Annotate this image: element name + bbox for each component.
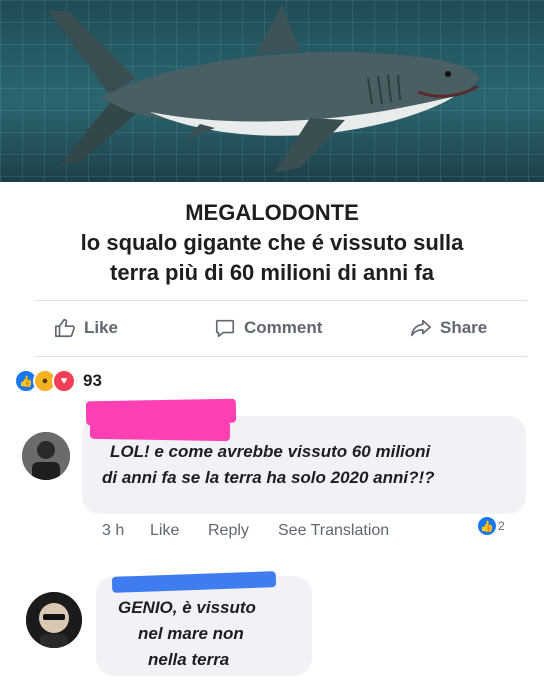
- post-headline: MEGALODONTE lo squalo gigante che é viss…: [0, 198, 544, 288]
- comment-1-line-1: LOL! e come avrebbe vissuto 60 milioni: [110, 442, 431, 461]
- headline-line-3: terra più di 60 milioni di anni fa: [110, 260, 434, 285]
- like-label: Like: [84, 318, 119, 337]
- comment-label: Comment: [244, 318, 323, 337]
- reactions-count: 93: [83, 371, 102, 390]
- share-label: Share: [440, 318, 488, 337]
- share-button[interactable]: Share: [410, 310, 487, 346]
- comment-1-reaction-badge[interactable]: 👍 2: [478, 517, 505, 535]
- reactions-summary[interactable]: 👍 ● ♥ 93: [14, 369, 102, 393]
- headline-title: MEGALODONTE: [185, 200, 359, 225]
- headline-line-2: lo squalo gigante che é vissuto sulla: [80, 230, 464, 255]
- commenter-2-avatar[interactable]: [26, 592, 82, 648]
- divider-top: [35, 300, 527, 301]
- name-redaction-1b: [89, 418, 231, 442]
- post-image[interactable]: [0, 0, 544, 182]
- divider-bottom: [35, 356, 527, 357]
- comment-1-reply-link[interactable]: Reply: [208, 522, 249, 540]
- person-avatar-icon: [22, 432, 70, 480]
- post-action-bar: Like Comment Share: [0, 310, 544, 346]
- commenter-1-avatar[interactable]: [22, 432, 70, 480]
- comment-2-line-3: nella terra: [148, 650, 230, 669]
- shark-illustration: [48, 5, 480, 172]
- comment-1-time: 3 h: [102, 522, 125, 539]
- comment-1-like-link[interactable]: Like: [150, 522, 179, 540]
- comment-1-translate-link[interactable]: See Translation: [278, 522, 389, 540]
- like-reaction-icon: 👍: [478, 517, 496, 535]
- person-avatar-icon: [26, 592, 82, 648]
- like-button[interactable]: Like: [54, 310, 118, 346]
- comment-icon: [215, 319, 235, 338]
- share-arrow-icon: [411, 319, 431, 337]
- love-reaction-icon: ♥: [52, 369, 76, 393]
- thumbs-up-icon: [55, 318, 75, 338]
- comment-1-line-2: di anni fa se la terra ha solo 2020 anni…: [102, 468, 435, 487]
- comment-1-reaction-count: 2: [498, 519, 505, 533]
- comment-2-line-2: nel mare non: [138, 624, 244, 643]
- comment-2-line-1: GENIO, è vissuto: [118, 598, 256, 617]
- comment-button[interactable]: Comment: [214, 310, 322, 346]
